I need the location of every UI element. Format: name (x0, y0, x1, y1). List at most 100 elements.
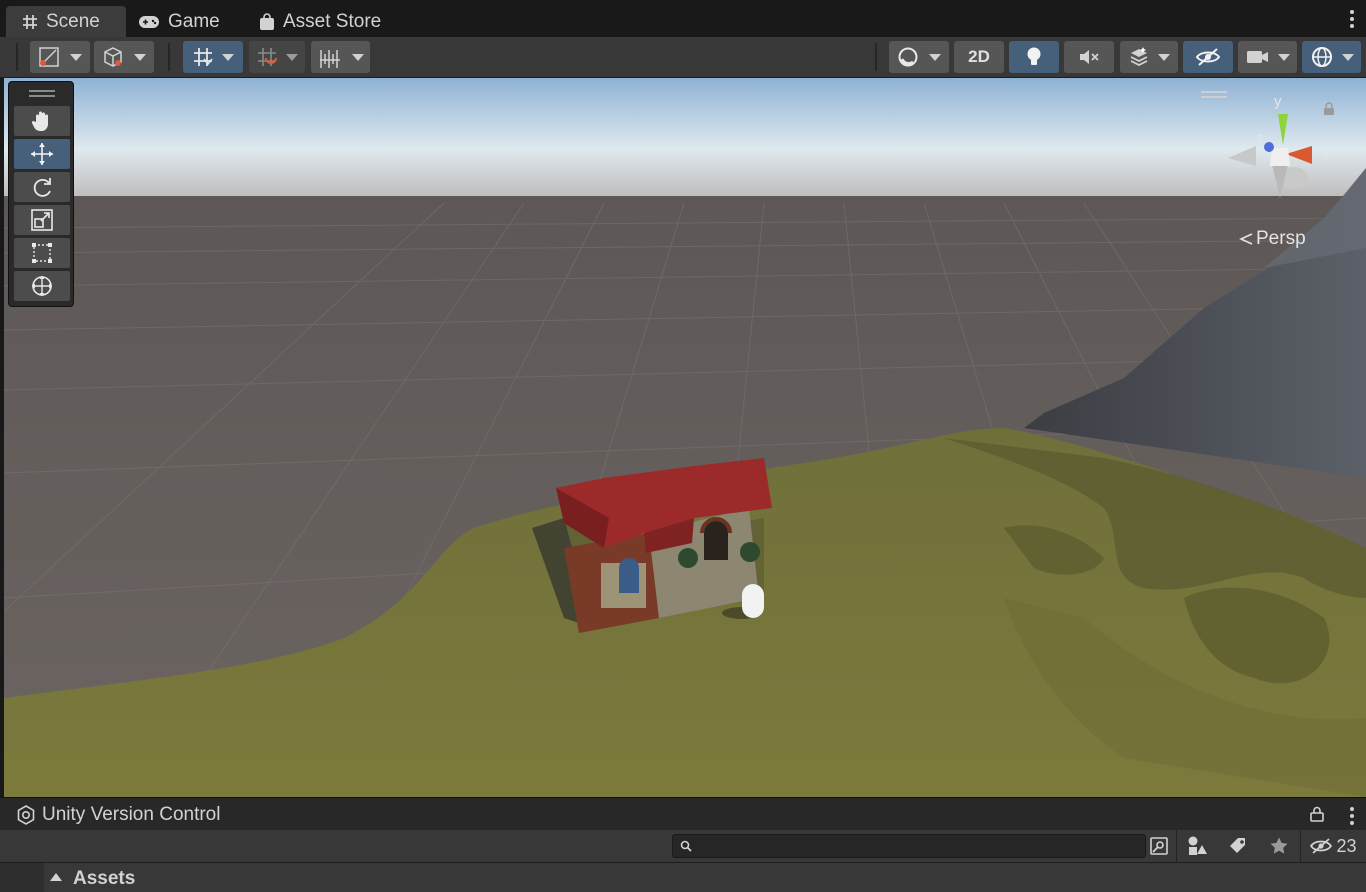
rotate-icon (33, 178, 51, 197)
toggle-2d-button[interactable]: 2D (954, 41, 1004, 73)
hidden-eye-icon (1310, 838, 1333, 854)
gizmos-dropdown[interactable] (1302, 41, 1361, 73)
hidden-packages-toggle[interactable]: 23 (1307, 833, 1359, 859)
gizmo-x-label: x (1323, 145, 1330, 160)
camera-icon (1246, 51, 1268, 63)
render-sphere-icon (898, 47, 918, 67)
toolbar-separator (875, 43, 877, 71)
tab-bar: Scene Game Asset Store (0, 0, 1366, 37)
rect-transform-icon (32, 243, 52, 263)
toolbar-separator (168, 43, 170, 71)
projection-toggle[interactable]: Persp (1238, 228, 1306, 250)
ruler-dropdown[interactable] (311, 41, 370, 73)
chevron-down-icon (1277, 53, 1290, 61)
transform-tool-button[interactable] (14, 271, 70, 301)
filter-by-label-button[interactable] (1224, 833, 1252, 859)
draw-mode-icon (39, 47, 59, 67)
version-control-tab[interactable]: Unity Version Control (17, 804, 220, 826)
gizmos-globe-icon (1311, 47, 1332, 67)
transform-icon (32, 276, 52, 296)
tab-label: Asset Store (283, 10, 382, 32)
render-mode-dropdown[interactable] (889, 41, 949, 73)
grid-snap-icon (194, 48, 213, 66)
assets-breadcrumb[interactable]: Assets (73, 868, 135, 890)
scene-render (4, 78, 1366, 797)
filter-by-type-button[interactable] (1183, 833, 1211, 859)
projection-label: Persp (1256, 228, 1306, 249)
version-control-title: Unity Version Control (42, 804, 221, 825)
move-arrows-icon (31, 143, 53, 165)
folder-tree-panel (0, 863, 44, 892)
scene-viewport[interactable] (4, 78, 1366, 797)
chevron-down-icon (1341, 53, 1354, 61)
search-by-type-button[interactable] (1147, 833, 1171, 859)
hand-tool-button[interactable] (14, 106, 70, 136)
shading-cube-icon (104, 47, 122, 67)
gizmo-z-label: z (1257, 130, 1264, 145)
effects-dropdown[interactable] (1120, 41, 1178, 73)
version-control-icon (17, 805, 35, 825)
chevron-down-icon (1158, 53, 1170, 61)
search-input[interactable] (672, 834, 1146, 858)
favorites-button[interactable] (1265, 833, 1293, 859)
lighting-bulb-icon (1027, 47, 1041, 65)
scene-visibility-toggle[interactable] (1183, 41, 1233, 73)
audio-mute-icon (1080, 50, 1099, 64)
increment-snap-icon (258, 48, 277, 66)
overlay-menu-icon[interactable] (1201, 91, 1227, 101)
hand-icon (31, 111, 48, 131)
panel-grip[interactable] (29, 90, 55, 98)
star-icon (1270, 837, 1288, 854)
toolbar-separator (1176, 830, 1177, 862)
chevron-down-icon (222, 53, 234, 61)
chevron-down-icon (929, 53, 941, 61)
search-icon (680, 840, 692, 852)
tab-game[interactable]: Game (122, 6, 242, 37)
version-control-header: Unity Version Control (0, 797, 1366, 831)
move-tool-button[interactable] (14, 139, 70, 169)
project-toolbar: 23 (0, 830, 1366, 863)
hidden-count: 23 (1336, 835, 1357, 856)
hash-icon (23, 14, 37, 29)
shopping-bag-icon (260, 12, 274, 30)
panel-more-options-icon[interactable] (1350, 807, 1354, 828)
gizmo-y-label: y (1274, 93, 1282, 110)
hidden-visibility-icon (1195, 48, 1221, 66)
tab-asset-store[interactable]: Asset Store (243, 6, 403, 37)
search-scope-icon (1150, 837, 1168, 855)
camera-settings-dropdown[interactable] (1238, 41, 1297, 73)
ruler-icon (319, 50, 340, 68)
collapse-triangle-icon[interactable] (50, 873, 62, 881)
scale-icon (31, 209, 53, 231)
tag-icon (1230, 838, 1245, 853)
chevron-down-icon (286, 53, 298, 61)
chevron-down-icon (351, 53, 364, 61)
chevron-down-icon (70, 53, 82, 61)
draw-mode-dropdown[interactable] (30, 41, 90, 73)
more-options-icon[interactable] (1350, 10, 1354, 31)
effects-layers-icon (1130, 47, 1148, 67)
toggle-2d-label: 2D (968, 47, 990, 66)
tab-label: Game (168, 10, 220, 32)
lighting-toggle[interactable] (1009, 41, 1059, 73)
toolbar-grip (16, 43, 18, 71)
scene-toolbar: 2D (0, 37, 1366, 78)
rotate-tool-button[interactable] (14, 172, 70, 202)
shading-dropdown[interactable] (94, 41, 154, 73)
audio-toggle[interactable] (1064, 41, 1114, 73)
toolbar-separator (1300, 830, 1301, 862)
chevron-down-icon (134, 53, 146, 61)
increment-snap-dropdown[interactable] (249, 41, 305, 73)
tool-panel (8, 81, 74, 307)
grid-snap-dropdown[interactable] (183, 41, 243, 73)
assets-breadcrumb-row: Assets (0, 863, 1366, 892)
gamepad-icon (139, 15, 159, 28)
tab-scene[interactable]: Scene (6, 6, 126, 37)
panel-lock-icon[interactable] (1310, 806, 1324, 827)
orientation-gizmo[interactable]: y x z (1228, 90, 1338, 205)
shapes-icon (1188, 836, 1207, 855)
scale-tool-button[interactable] (14, 205, 70, 235)
chevron-left-icon (1239, 233, 1253, 245)
rect-tool-button[interactable] (14, 238, 70, 268)
tab-label: Scene (46, 10, 100, 32)
